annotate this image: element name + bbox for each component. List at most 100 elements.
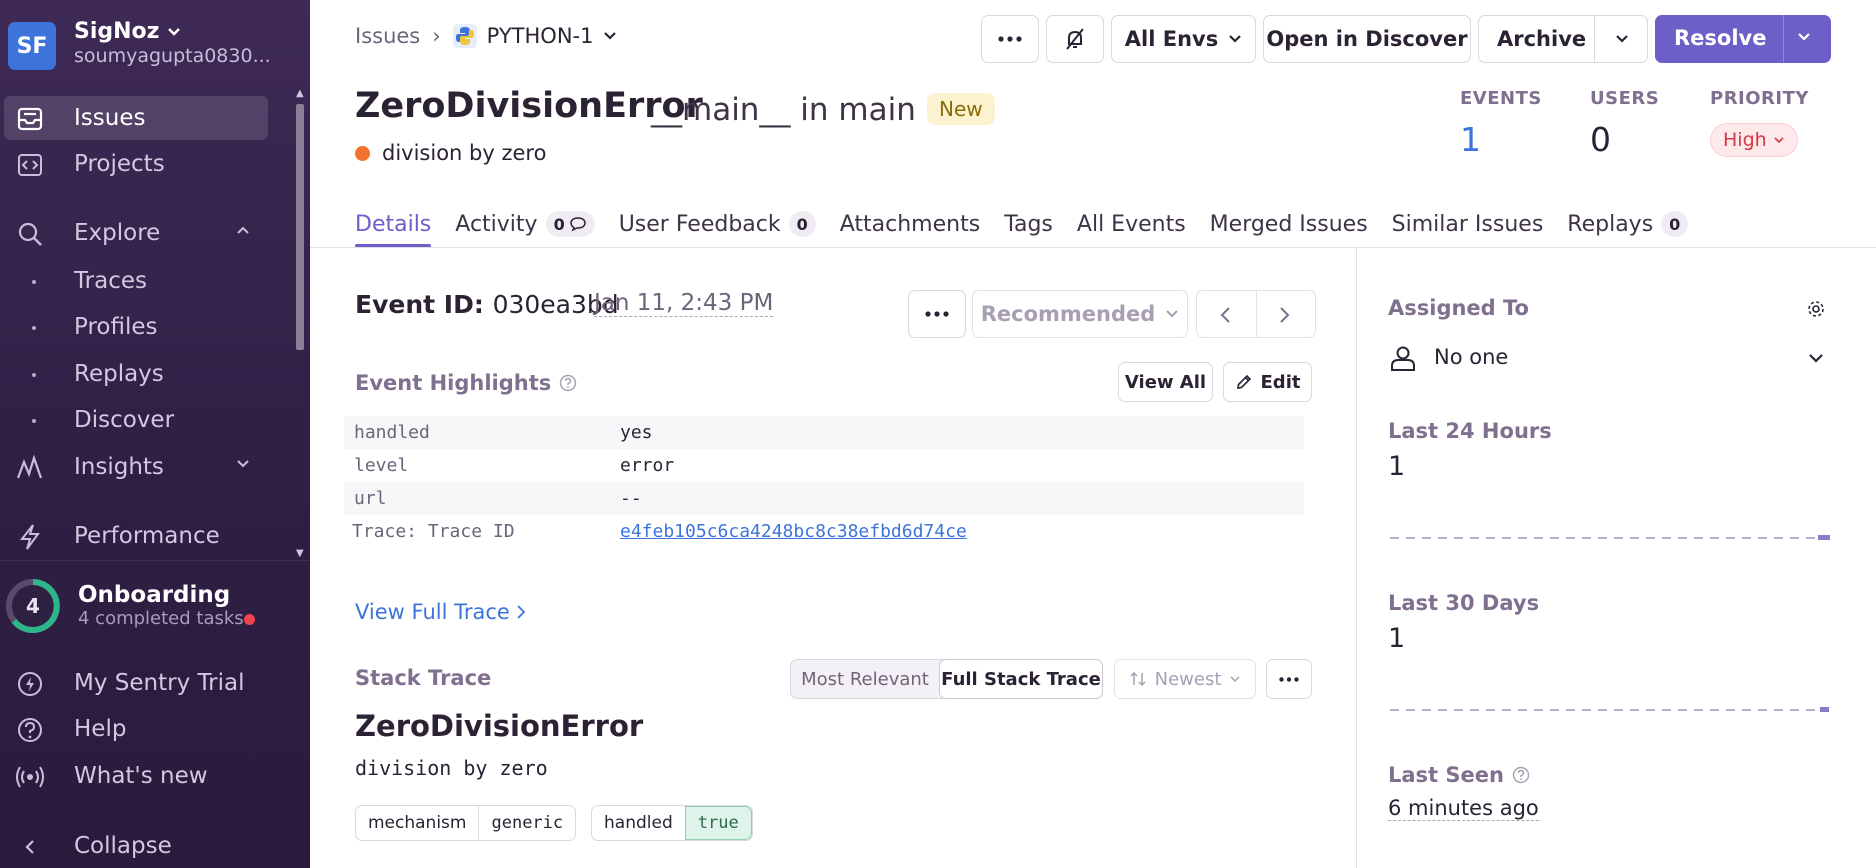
sidebar-item-whats-new[interactable]: What's new [4, 757, 294, 797]
tab-activity[interactable]: Activity 0 [455, 200, 595, 248]
tab-all-events[interactable]: All Events [1077, 200, 1186, 248]
chevron-down-icon[interactable] [1615, 34, 1629, 44]
sidebar-subitem-traces[interactable]: Traces [4, 261, 268, 301]
priority-dropdown[interactable]: High [1710, 123, 1798, 157]
tab-replays[interactable]: Replays 0 [1567, 200, 1689, 248]
sidebar-subitem-replays[interactable]: Replays [4, 354, 268, 394]
help-icon[interactable] [559, 374, 577, 392]
chevron-down-icon [1166, 310, 1178, 318]
tab-similar-issues[interactable]: Similar Issues [1392, 200, 1544, 248]
sidebar-item-label: Performance [74, 523, 220, 549]
sidebar-item-insights[interactable]: Insights [4, 445, 268, 489]
bullet-dot [32, 280, 36, 284]
resolve-button[interactable]: Resolve [1655, 15, 1831, 63]
chevron-down-icon [1229, 35, 1241, 43]
trace-id-link[interactable]: e4feb105c6ca4248bc8c38efbd6d74ce [620, 521, 967, 542]
sidebar-item-label: Discover [74, 407, 175, 433]
count-badge: 0 [545, 211, 595, 237]
help-icon[interactable] [1512, 766, 1530, 784]
tab-user-feedback[interactable]: User Feedback 0 [619, 200, 816, 248]
project-selector[interactable]: PYTHON-1 [452, 24, 618, 48]
event-date[interactable]: Jan 11, 2:43 PM [594, 290, 774, 317]
issue-location: __main__ in main [651, 92, 916, 128]
org-avatar[interactable]: SF [8, 22, 56, 70]
sidebar-item-explore[interactable]: Explore [4, 211, 268, 255]
mute-button[interactable] [1046, 15, 1104, 63]
sidebar-item-label: Explore [74, 220, 161, 246]
view-all-button[interactable]: View All [1118, 362, 1213, 402]
bell-slash-icon [1066, 28, 1084, 50]
gear-icon[interactable] [1806, 299, 1826, 319]
highlight-value: yes [620, 422, 653, 443]
comment-icon [569, 217, 586, 232]
view-all-label: View All [1124, 371, 1207, 393]
org-name[interactable]: SigNoz [74, 19, 181, 44]
event-more-button[interactable] [908, 290, 966, 338]
tab-merged-issues[interactable]: Merged Issues [1210, 200, 1368, 248]
recommended-dropdown[interactable]: Recommended [972, 290, 1188, 338]
sort-dropdown[interactable]: Newest [1114, 659, 1256, 699]
sidebar-item-label: Profiles [74, 314, 158, 340]
events-count[interactable]: 1 [1460, 120, 1481, 159]
open-in-discover-label: Open in Discover [1266, 27, 1468, 51]
scroll-down-arrow[interactable]: ▼ [296, 548, 304, 559]
sidebar-item-projects[interactable]: Projects [4, 142, 268, 186]
issue-culprit: division by zero [355, 141, 546, 165]
sidebar-item-help[interactable]: Help [4, 710, 294, 750]
assignee-dropdown[interactable]: No one [1388, 340, 1838, 376]
org-user: soumyagupta0830... [74, 45, 271, 67]
last-seen-value[interactable]: 6 minutes ago [1388, 796, 1539, 821]
org-name-label: SigNoz [74, 19, 160, 44]
sidebar-item-performance[interactable]: Performance [4, 514, 268, 558]
sidebar-item-issues[interactable]: Issues [4, 96, 268, 140]
highlight-key: url [354, 488, 387, 509]
lightning-icon [19, 524, 40, 550]
button-divider [1594, 16, 1595, 62]
tab-label: Attachments [839, 211, 981, 237]
env-selector[interactable]: All Envs [1111, 15, 1256, 63]
sidebar-subitem-profiles[interactable]: Profiles [4, 307, 268, 347]
handled-tag[interactable]: handled true [591, 805, 753, 841]
onboarding-title: Onboarding [78, 582, 231, 608]
last-seen-label: Last Seen [1388, 763, 1504, 787]
count-value: 0 [553, 214, 565, 234]
sparkline-30d [1390, 707, 1829, 712]
tab-details[interactable]: Details [355, 200, 432, 248]
event-navigation [1196, 290, 1316, 338]
mechanism-tag[interactable]: mechanism generic [355, 805, 577, 841]
sidebar-item-label: Insights [74, 454, 164, 480]
breadcrumb-issues-link[interactable]: Issues [355, 24, 420, 48]
tab-tags[interactable]: Tags [1004, 200, 1053, 248]
open-in-discover-button[interactable]: Open in Discover [1263, 15, 1471, 63]
exception-message: division by zero [355, 756, 548, 780]
tab-attachments[interactable]: Attachments [840, 200, 980, 248]
sidebar-item-sentry-trial[interactable]: My Sentry Trial [4, 664, 294, 704]
onboarding-panel[interactable]: 4 Onboarding 4 completed tasks [4, 574, 304, 638]
view-full-trace-link[interactable]: View Full Trace [355, 600, 526, 624]
sidebar-subitem-discover[interactable]: Discover [4, 400, 268, 440]
highlight-row: level error [344, 449, 1304, 482]
more-actions-button[interactable] [981, 15, 1039, 63]
python-icon [452, 24, 477, 48]
sidebar-scrollbar[interactable] [296, 104, 304, 350]
stack-more-button[interactable] [1266, 659, 1312, 699]
highlight-row: Trace: Trace ID e4feb105c6ca4248bc8c38ef… [344, 515, 1304, 548]
pencil-icon [1236, 374, 1251, 389]
scroll-up-arrow[interactable]: ▲ [296, 88, 304, 99]
most-relevant-option[interactable]: Most Relevant [791, 660, 939, 698]
sidebar-item-collapse[interactable]: Collapse [4, 827, 294, 867]
archive-button[interactable]: Archive [1497, 27, 1586, 51]
help-icon [18, 718, 42, 742]
assigned-to-title: Assigned To [1388, 296, 1529, 320]
chevron-down-icon[interactable] [1797, 32, 1811, 42]
edit-button[interactable]: Edit [1223, 362, 1312, 402]
count-badge: 0 [788, 211, 816, 237]
chevron-left-icon[interactable] [1219, 306, 1233, 324]
chevron-down-icon [237, 460, 249, 468]
full-stack-trace-option[interactable]: Full Stack Trace [939, 659, 1103, 699]
tab-label: Replays [1567, 211, 1654, 237]
chevron-right-icon[interactable] [1277, 306, 1291, 324]
tab-label: Similar Issues [1391, 211, 1544, 237]
chevron-down-icon [1774, 137, 1784, 144]
notification-dot [244, 614, 255, 625]
